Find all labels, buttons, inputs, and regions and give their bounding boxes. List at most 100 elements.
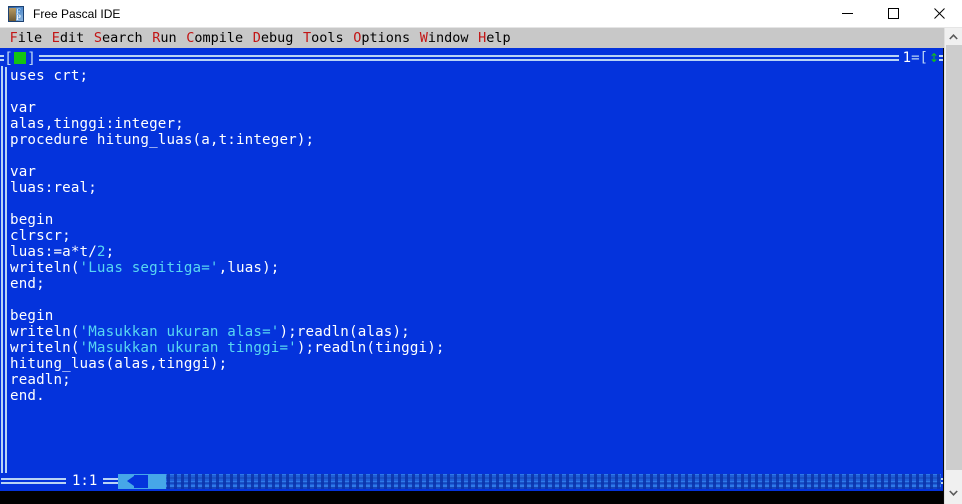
titlebar-rule	[0, 55, 943, 61]
code-line[interactable]: uses crt;	[10, 68, 941, 84]
code-line[interactable]	[10, 84, 941, 100]
code-line[interactable]: writeln('Masukkan ukuran alas=');readln(…	[10, 324, 941, 340]
code-text: );readln(tinggi);	[296, 340, 445, 356]
code-text: alas,tinggi:integer;	[10, 116, 184, 132]
code-text: writeln(	[10, 260, 80, 276]
code-line[interactable]: end.	[10, 388, 941, 404]
code-line[interactable]: var	[10, 164, 941, 180]
maximize-button[interactable]	[870, 0, 916, 28]
scroll-down-button[interactable]	[944, 470, 962, 504]
code-text: writeln(	[10, 324, 80, 340]
minimize-icon	[841, 13, 853, 14]
code-string-literal: 'Masukkan ukuran tinggi='	[79, 340, 297, 356]
code-text: luas:=a*t/	[10, 244, 97, 260]
vertical-scrollbar-track[interactable]	[946, 45, 962, 504]
menu-item-window[interactable]: Window	[420, 28, 469, 48]
code-line[interactable]: begin	[10, 212, 941, 228]
code-string-literal: 'Luas segitiga='	[79, 260, 219, 276]
menu-label: ompile	[194, 30, 244, 46]
code-line[interactable]	[10, 148, 941, 164]
code-text: );readln(alas);	[279, 324, 410, 340]
menubar: File Edit Search Run Compile Debug Tools Option…	[0, 28, 962, 48]
scroll-left-arrow-icon[interactable]	[127, 476, 134, 486]
code-text: ,luas);	[218, 260, 280, 276]
code-line[interactable]: luas:real;	[10, 180, 941, 196]
code-line[interactable]: begin	[10, 308, 941, 324]
code-line[interactable]: end;	[10, 276, 941, 292]
menu-item-edit[interactable]: Edit	[52, 28, 85, 48]
code-line[interactable]: procedure hitung_luas(a,t:integer);	[10, 132, 941, 148]
menu-item-debug[interactable]: Debug	[253, 28, 294, 48]
ide-desktop: [ ] percobaan pascal.pas 1=[↕ uses crt; …	[0, 48, 962, 504]
editor-horizontal-scrollbar[interactable]	[118, 474, 941, 489]
code-line[interactable]: hitung_luas(alas,tinggi);	[10, 356, 941, 372]
menu-accelerator: D	[252, 30, 261, 46]
resize-updown-icon[interactable]: ↕	[929, 48, 939, 68]
window-number-equals: =[	[911, 50, 928, 66]
menu-label: dit	[59, 30, 85, 46]
code-number-literal: 2	[96, 244, 106, 260]
menu-accelerator: W	[419, 30, 428, 46]
code-text: var	[10, 100, 37, 116]
code-text: writeln(	[10, 340, 80, 356]
code-line[interactable]	[10, 196, 941, 212]
scrollbar-thumb[interactable]	[118, 474, 166, 489]
editor-left-border	[0, 66, 8, 473]
window-titlebar: F P Free Pascal IDE	[0, 0, 962, 28]
free-pascal-icon: F P	[8, 5, 24, 22]
code-line[interactable]: luas:=a*t/2;	[10, 244, 941, 260]
close-box-right-bracket: ]	[27, 49, 37, 67]
menu-label: ebug	[260, 30, 294, 46]
menu-accelerator: S	[93, 30, 102, 46]
menu-accelerator: E	[51, 30, 60, 46]
menu-label: earch	[101, 30, 143, 46]
menu-item-compile[interactable]: Compile	[186, 28, 243, 48]
free-pascal-ide-app: F P Free Pascal IDE File Edit Search Run…	[0, 0, 962, 504]
code-text: ;	[105, 244, 115, 260]
code-text: readln;	[10, 372, 71, 388]
code-line[interactable]: readln;	[10, 372, 941, 388]
code-line[interactable]	[10, 292, 941, 308]
code-text: clrscr;	[10, 228, 71, 244]
code-text: begin	[10, 212, 54, 228]
menu-item-search[interactable]: Search	[94, 28, 143, 48]
chevron-up-icon	[949, 33, 958, 40]
menu-accelerator: F	[9, 30, 18, 46]
menu-label: ptions	[361, 30, 411, 46]
editor-window: [ ] percobaan pascal.pas 1=[↕ uses crt; …	[0, 48, 943, 491]
code-line[interactable]: writeln('Luas segitiga=',luas);	[10, 260, 941, 276]
code-area[interactable]: uses crt; var alas,tinggi:integer; procedu…	[10, 68, 941, 471]
menu-item-file[interactable]: File	[10, 28, 43, 48]
maximize-icon	[887, 8, 899, 19]
close-box-square-icon	[14, 52, 27, 64]
editor-window-number-box[interactable]: 1 =[↕	[898, 48, 939, 68]
window-controls	[824, 0, 962, 28]
scrollbar-track-pattern	[118, 474, 941, 489]
menu-item-run[interactable]: Run	[152, 28, 176, 48]
code-line[interactable]: clrscr;	[10, 228, 941, 244]
menu-item-help[interactable]: Help	[478, 28, 511, 48]
minimize-button[interactable]	[824, 0, 870, 28]
window-title: Free Pascal IDE	[33, 6, 121, 21]
menu-label: ools	[311, 30, 344, 46]
code-text: begin	[10, 308, 54, 324]
code-text: var	[10, 164, 37, 180]
code-line[interactable]: var	[10, 100, 941, 116]
editor-window-titlebar: [ ] percobaan pascal.pas 1=[↕	[0, 48, 943, 68]
code-line[interactable]: alas,tinggi:integer;	[10, 116, 941, 132]
menu-accelerator: T	[302, 30, 312, 46]
menu-label: indow	[427, 30, 469, 46]
code-text: procedure hitung_luas(a,t:integer);	[10, 132, 315, 148]
editor-close-box[interactable]: [ ]	[4, 49, 40, 67]
close-box-left-bracket: [	[4, 49, 14, 67]
menu-item-options[interactable]: Options	[353, 28, 410, 48]
scrollbar-thumb-block	[134, 475, 148, 488]
menu-item-tools[interactable]: Tools	[303, 28, 344, 48]
code-text: end.	[10, 388, 45, 404]
close-button[interactable]	[916, 0, 962, 28]
scroll-up-button[interactable]	[945, 28, 962, 45]
window-vertical-scrollbar[interactable]	[944, 28, 962, 504]
menu-label: elp	[486, 30, 511, 46]
code-text: uses crt;	[10, 68, 89, 84]
code-line[interactable]: writeln('Masukkan ukuran tinggi=');readl…	[10, 340, 941, 356]
